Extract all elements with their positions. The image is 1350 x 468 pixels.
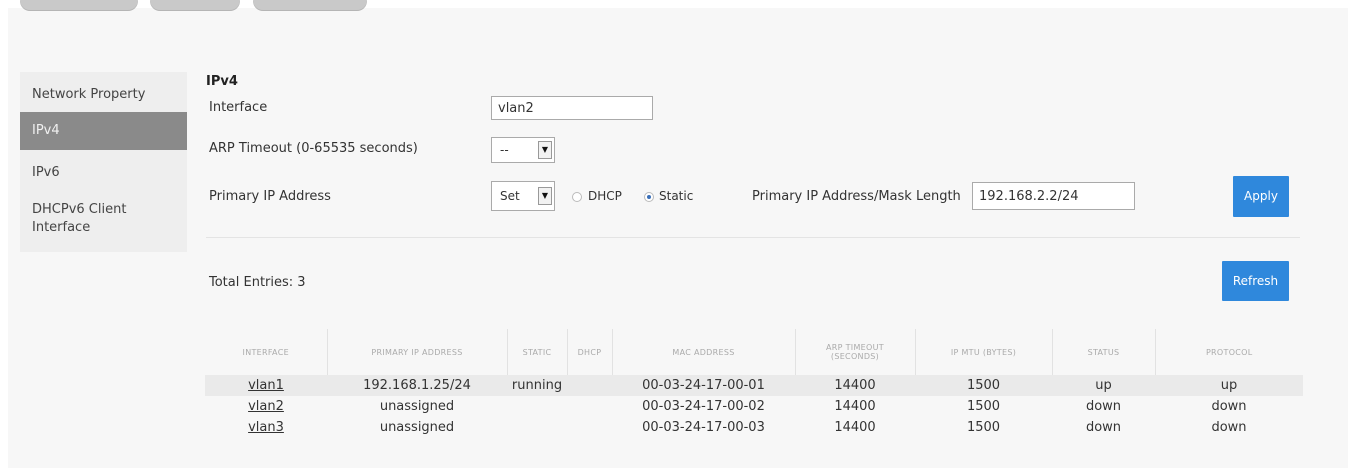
static-cell <box>507 396 567 417</box>
primary-ip-select[interactable]: Set ▼ <box>491 181 555 211</box>
arp-timeout-select[interactable]: -- ▼ <box>491 137 555 163</box>
table-row: vlan2 unassigned 00-03-24-17-00-02 14400… <box>205 396 1303 417</box>
section-title: IPv4 <box>206 74 238 89</box>
interface-input[interactable] <box>491 96 653 120</box>
refresh-button[interactable]: Refresh <box>1222 261 1289 301</box>
dhcp-cell <box>567 396 612 417</box>
dhcp-radio-label: DHCP <box>588 189 622 203</box>
interface-cell: vlan1 <box>205 375 327 396</box>
dhcp-cell <box>567 417 612 438</box>
primary-ip-select-value: Set <box>500 189 520 203</box>
top-tab-2[interactable] <box>150 0 240 10</box>
ip-cell: unassigned <box>379 420 455 435</box>
column-header-line: (SECONDS) <box>830 352 880 361</box>
sidebar-item-label: DHCPv6 Client <box>32 202 127 217</box>
arp-timeout-label: ARP Timeout (0-65535 seconds) <box>209 141 418 156</box>
table-row: vlan3 unassigned 00-03-24-17-00-03 14400… <box>205 417 1303 438</box>
column-header: STATUS <box>1051 329 1155 375</box>
sidebar-item-network-property[interactable]: Network Property <box>20 78 187 112</box>
top-tab-3[interactable] <box>253 0 367 10</box>
mac-cell: 00-03-24-17-00-01 <box>612 375 795 396</box>
interface-link[interactable]: vlan2 <box>248 399 284 414</box>
sidebar-item-label: IPv6 <box>32 165 60 180</box>
sidebar-item-dhcpv6-client-interface[interactable]: DHCPv6 Client Interface <box>20 194 187 246</box>
ip-cell: 192.168.1.25/24 <box>327 375 507 396</box>
chevron-down-icon: ▼ <box>538 187 552 205</box>
sidebar-item-ipv4[interactable]: IPv4 <box>20 112 187 150</box>
mac-cell: 00-03-24-17-00-02 <box>642 399 765 414</box>
top-tab-1[interactable] <box>20 0 138 10</box>
protocol-cell: up <box>1155 375 1303 396</box>
interface-link[interactable]: vlan1 <box>248 378 284 393</box>
protocol-cell: down <box>1211 420 1247 435</box>
column-header: INTERFACE <box>242 347 289 357</box>
interface-link[interactable]: vlan3 <box>248 420 284 435</box>
column-header: ARP TIMEOUT (SECONDS) <box>794 329 915 375</box>
interfaces-table: INTERFACE PRIMARY IP ADDRESS STATIC DHCP… <box>205 329 1303 438</box>
sidebar-item-label: Interface <box>32 220 91 235</box>
column-header: PROTOCOL <box>1154 329 1303 375</box>
mtu-cell: 1500 <box>915 375 1052 396</box>
total-entries: Total Entries: 3 <box>209 275 306 290</box>
dhcp-radio[interactable] <box>572 192 582 202</box>
mask-length-input[interactable] <box>972 182 1135 210</box>
static-cell <box>507 417 567 438</box>
status-cell: down <box>1085 420 1122 435</box>
arp-cell: 14400 <box>834 420 876 435</box>
sidebar-item-label: IPv4 <box>32 123 60 138</box>
status-cell: up <box>1052 375 1155 396</box>
divider <box>206 237 1300 238</box>
column-header: PRIMARY IP ADDRESS <box>326 329 507 375</box>
static-cell: running <box>507 375 567 396</box>
arp-cell: 14400 <box>795 375 915 396</box>
arp-cell: 14400 <box>834 399 876 414</box>
static-radio-label: Static <box>659 189 694 203</box>
dhcp-cell <box>567 375 612 396</box>
protocol-cell: down <box>1211 399 1247 414</box>
table-row: vlan1 192.168.1.25/24 running 00-03-24-1… <box>205 375 1303 396</box>
mtu-cell: 1500 <box>966 420 1001 435</box>
column-header: STATIC <box>506 329 567 375</box>
column-header: MAC ADDRESS <box>611 329 795 375</box>
mask-length-label: Primary IP Address/Mask Length <box>752 189 961 204</box>
sidebar: Network Property IPv4 IPv6 DHCPv6 Client… <box>20 72 187 252</box>
column-header-line: ARP TIMEOUT <box>826 343 884 352</box>
chevron-down-icon: ▼ <box>538 141 552 159</box>
arp-timeout-value: -- <box>500 143 509 157</box>
column-header: DHCP <box>566 329 612 375</box>
interface-label: Interface <box>209 100 268 115</box>
interface-cell: vlan2 <box>205 396 327 417</box>
mac-cell: 00-03-24-17-00-03 <box>642 420 765 435</box>
interface-cell: vlan3 <box>205 417 327 438</box>
mtu-cell: 1500 <box>966 399 1001 414</box>
sidebar-item-label: Network Property <box>32 87 146 102</box>
primary-ip-label: Primary IP Address <box>209 189 331 204</box>
table-header-row: INTERFACE PRIMARY IP ADDRESS STATIC DHCP… <box>205 329 1303 375</box>
sidebar-item-ipv6[interactable]: IPv6 <box>20 158 187 188</box>
apply-button[interactable]: Apply <box>1233 176 1289 217</box>
column-header: IP MTU (BYTES) <box>914 329 1052 375</box>
ip-cell: unassigned <box>379 399 455 414</box>
status-cell: down <box>1085 399 1122 414</box>
static-radio[interactable] <box>644 192 654 202</box>
